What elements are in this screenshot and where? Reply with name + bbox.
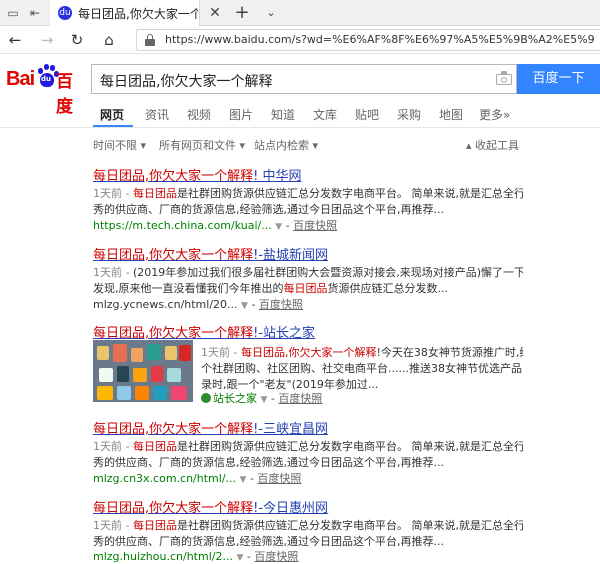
tab-wenku[interactable]: 文库 (313, 106, 337, 123)
url-input[interactable]: https://www.baidu.com/s?wd=%E6%AF%8F%E6%… (136, 29, 600, 51)
tab-news[interactable]: 资讯 (145, 106, 169, 123)
tab-images[interactable]: 图片 (229, 106, 253, 123)
tab-close-icon[interactable]: ✕ (206, 4, 224, 22)
snapshot-link[interactable]: 百度快照 (257, 472, 301, 485)
result-snippet: 1天前 - 每日团品是社群团购货源供应链汇总分发数字电商平台。 简单来说,就是汇… (93, 440, 523, 453)
result-title-link[interactable]: 每日团品,你欠大家一个解释!-今日惠州网 (93, 497, 328, 516)
filter-files[interactable]: 所有网页和文件 ▾ (159, 137, 245, 153)
forward-icon[interactable]: → (36, 30, 58, 50)
result-title-link[interactable]: 每日团品,你欠大家一个解释!-盐城新闻网 (93, 244, 328, 263)
baidu-logo[interactable]: Bai du 百度 (6, 62, 88, 117)
refresh-icon[interactable]: ↻ (66, 30, 88, 50)
result-title-link[interactable]: 每日团品,你欠大家一个解释!-三峡宜昌网 (93, 418, 328, 437)
snapshot-link[interactable]: 百度快照 (278, 392, 322, 405)
search-input[interactable]: 每日团品,你欠大家一个解释 (91, 64, 517, 94)
filter-time[interactable]: 时间不限 ▾ (93, 137, 146, 153)
result-snippet: 秀的供应商、厂商的货源信息,经验筛选,通过今日团品这个平台,再推荐... (93, 203, 444, 216)
result-snippet: 发现,原来他一直没看懂我们今年推出的每日团品货源供应链汇总分发数... (93, 282, 448, 295)
result-snippet: 1天前 - (2019年参加过我们很多届社群团购大会暨资源对接会,来现场对接产品… (93, 266, 523, 279)
result-snippet: 1天前 - 每日团品是社群团购货源供应链汇总分发数字电商平台。 简单来说,就是汇… (93, 187, 523, 200)
tab-more[interactable]: 更多» (479, 106, 510, 123)
site-logo-icon (201, 393, 211, 403)
result-snippet: 1天前 - 每日团品,你欠大家一个解释!今天在38女神节货源推广时,给各 (201, 346, 523, 359)
address-bar-row: ← → ↻ ⌂ https://www.baidu.com/s?wd=%E6%A… (0, 26, 600, 54)
tab-menu-chevron-icon[interactable]: ⌄ (262, 4, 280, 22)
snapshot-link[interactable]: 百度快照 (254, 550, 298, 563)
back-icon[interactable]: ← (4, 30, 26, 50)
result-snippet: 秀的供应商、厂商的货源信息,经验筛选,通过今日团品这个平台,再推荐... (93, 456, 444, 469)
tab-map[interactable]: 地图 (439, 106, 463, 123)
browser-tab-bar: ▭ ⇤ du 每日团品,你欠大家一个! ✕ + ⌄ (0, 0, 600, 26)
active-tab-underline (93, 125, 133, 127)
url-text: https://www.baidu.com/s?wd=%E6%AF%8F%E6%… (165, 33, 595, 46)
home-icon[interactable]: ⌂ (98, 30, 120, 50)
result-snippet: 1天前 - 每日团品是社群团购货源供应链汇总分发数字电商平台。 简单来说,就是汇… (93, 519, 523, 532)
baidu-paw-icon: du (36, 64, 59, 88)
tab-zhidao[interactable]: 知道 (271, 106, 295, 123)
logo-bai-text: Bai (6, 68, 35, 90)
result-title-link[interactable]: 每日团品,你欠大家一个解释! 中华网 (93, 165, 302, 184)
tab-caigou[interactable]: 采购 (397, 106, 421, 123)
search-result: 每日团品,你欠大家一个解释!-三峡宜昌网 1天前 - 每日团品是社群团购货源供应… (93, 418, 523, 486)
search-button[interactable]: 百度一下 (517, 64, 600, 94)
result-snippet: 秀的供应商、厂商的货源信息,经验筛选,通过今日团品这个平台,再推荐... (93, 535, 444, 548)
result-snippet: 个社群团购、社区团购、社交电商平台......推送38女神节优选产品目 (201, 362, 523, 375)
result-thumbnail-image[interactable] (93, 340, 193, 402)
tab-tieba[interactable]: 贴吧 (355, 106, 379, 123)
tab-video[interactable]: 视频 (187, 106, 211, 123)
result-url[interactable]: mlzg.huizhou.cn/html/2... ▼ - 百度快照 (93, 548, 298, 564)
result-title-link[interactable]: 每日团品,你欠大家一个解释!-站长之家 (93, 322, 315, 341)
collapse-tools[interactable]: ▴ 收起工具 (466, 137, 519, 153)
browser-tab[interactable]: du 每日团品,你欠大家一个! (50, 0, 200, 26)
result-url[interactable]: 站长之家 ▼ - 百度快照 (201, 390, 322, 406)
tab-webpage[interactable]: 网页 (100, 106, 124, 123)
result-url[interactable]: mlzg.cn3x.com.cn/html/... ▼ - 百度快照 (93, 470, 301, 486)
search-result: 每日团品,你欠大家一个解释! 中华网 1天前 - 每日团品是社群团购货源供应链汇… (93, 165, 523, 233)
search-tools: 时间不限 ▾ 所有网页和文件 ▾ 站点内检索 ▾ ▴ 收起工具 (0, 137, 600, 155)
lock-icon (145, 34, 155, 46)
search-tabs: 网页 资讯 视频 图片 知道 文库 贴吧 采购 地图 更多» (0, 100, 600, 128)
tab-list-icon[interactable]: ▭ (4, 4, 22, 22)
new-tab-icon[interactable]: + (232, 3, 252, 23)
result-url[interactable]: https://m.tech.china.com/kuai/... ▼ - 百度… (93, 217, 337, 233)
result-url[interactable]: mlzg.ycnews.cn/html/20... ▼ - 百度快照 (93, 296, 303, 312)
search-query: 每日团品,你欠大家一个解释 (100, 74, 273, 90)
snapshot-link[interactable]: 百度快照 (259, 298, 303, 311)
search-result: 每日团品,你欠大家一个解释!-站长之家 1天前 - 每日团品,你欠大家一个解释!… (93, 322, 523, 406)
baidu-favicon-icon: du (58, 6, 72, 20)
tab-title: 每日团品,你欠大家一个! (78, 7, 198, 21)
snapshot-link[interactable]: 百度快照 (293, 219, 337, 232)
logo-du-text: du (41, 75, 51, 83)
tab-restore-icon[interactable]: ⇤ (26, 4, 44, 22)
camera-icon[interactable] (496, 71, 512, 85)
search-result: 每日团品,你欠大家一个解释!-今日惠州网 1天前 - 每日团品是社群团购货源供应… (93, 497, 523, 563)
search-result: 每日团品,你欠大家一个解释!-盐城新闻网 1天前 - (2019年参加过我们很多… (93, 244, 523, 312)
filter-site[interactable]: 站点内检索 ▾ (254, 137, 318, 153)
